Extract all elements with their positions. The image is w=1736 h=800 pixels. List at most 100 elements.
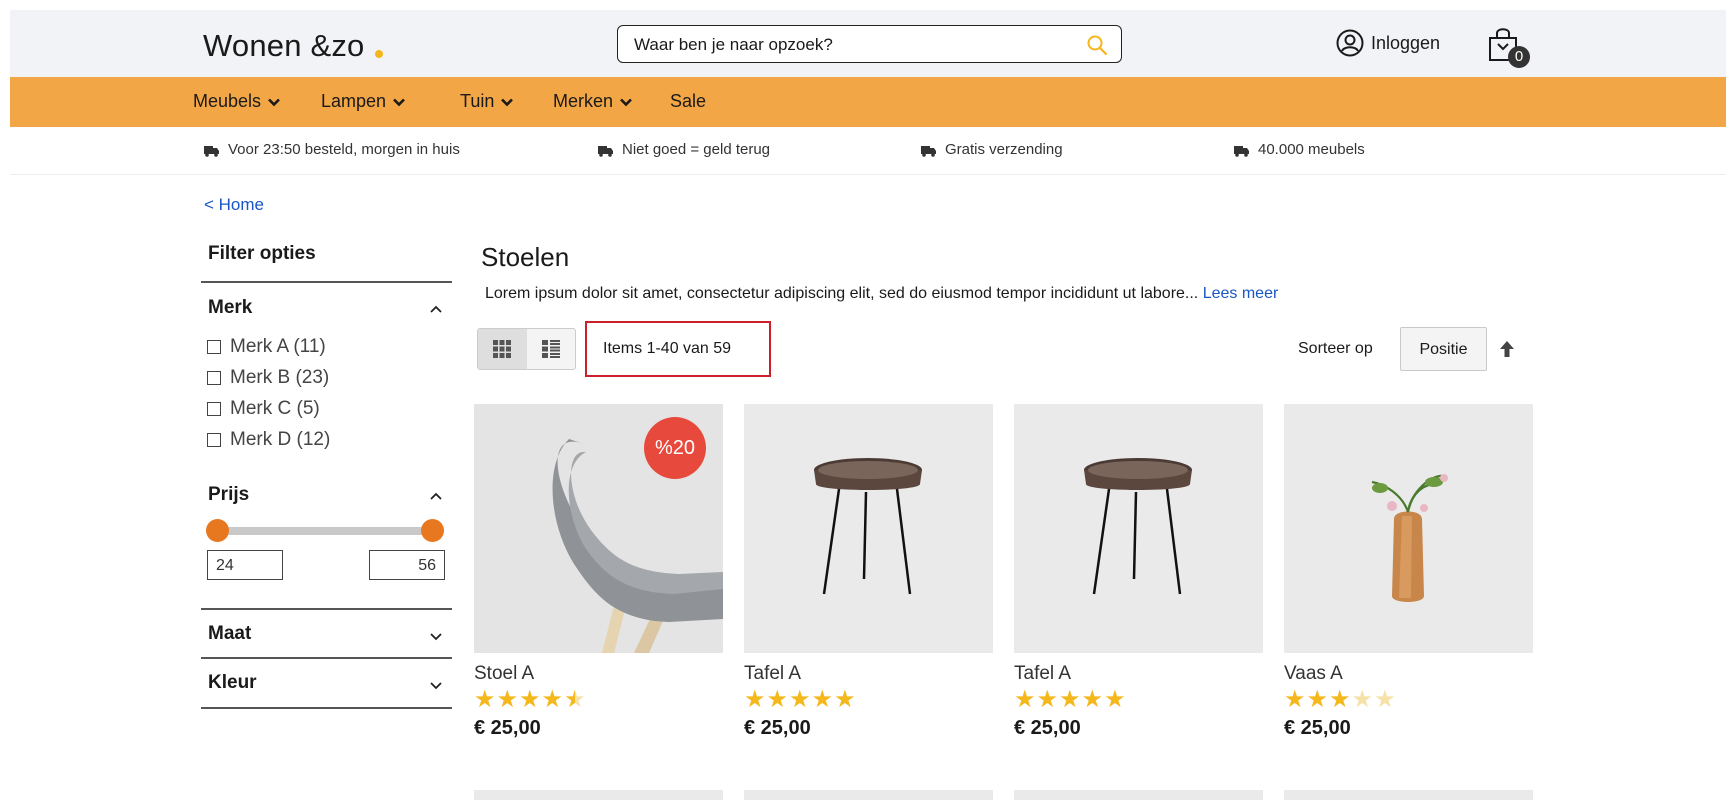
product-rating: ★ ★ ★ ★ ★: [744, 687, 993, 713]
filter-option-label: Merk B (23): [230, 367, 330, 388]
logo[interactable]: Wonen &zo: [203, 28, 365, 64]
filter-option-merk[interactable]: Merk A (11): [207, 336, 326, 358]
star-icon: ★: [496, 686, 519, 713]
sort-select[interactable]: Positie: [1400, 327, 1487, 371]
next-row-product-image[interactable]: [744, 790, 993, 800]
product-name[interactable]: Stoel A: [474, 663, 723, 685]
checkbox[interactable]: [207, 433, 221, 447]
star-icon: ★: [1284, 686, 1306, 713]
truck-icon: [921, 145, 936, 157]
star-icon: ★: [1374, 686, 1396, 713]
chevron-down-icon[interactable]: [428, 677, 444, 693]
login-button[interactable]: Inloggen: [1335, 28, 1440, 58]
truck-icon: [204, 145, 219, 157]
product-image-vase: [1284, 404, 1533, 653]
filter-option-merk[interactable]: Merk D (12): [207, 429, 330, 451]
product-rating: ★ ★ ★ ★ ★: [474, 687, 723, 713]
star-icon: ★: [789, 686, 811, 713]
chevron-down-icon[interactable]: [428, 628, 444, 644]
filter-option-merk[interactable]: Merk C (5): [207, 398, 320, 420]
nav-item-lampen[interactable]: Lampen: [321, 91, 406, 112]
checkbox[interactable]: [207, 340, 221, 354]
checkbox[interactable]: [207, 371, 221, 385]
divider: [201, 657, 452, 659]
star-icon: ★: [541, 686, 564, 713]
next-row-product-image[interactable]: [1014, 790, 1263, 800]
next-row-product-image[interactable]: [1284, 790, 1533, 800]
chevron-up-icon[interactable]: [428, 301, 444, 317]
product-rating: ★ ★ ★ ★ ★: [1014, 687, 1263, 713]
login-label: Inloggen: [1371, 32, 1441, 53]
product-image[interactable]: %20: [474, 404, 723, 653]
usp-item: 40.000 meubels: [1233, 141, 1365, 158]
product-name[interactable]: Tafel A: [744, 663, 993, 685]
nav-item-label: Tuin: [460, 91, 495, 111]
grid-view-button[interactable]: [478, 329, 527, 369]
star-icon: ★: [1036, 686, 1059, 713]
price-min-handle[interactable]: [206, 519, 229, 542]
usp-text: Voor 23:50 besteld, morgen in huis: [228, 141, 460, 158]
product-card[interactable]: Tafel A ★ ★ ★ ★ ★ € 25,00: [1014, 404, 1263, 740]
filter-option-label: Merk A (11): [230, 336, 326, 357]
nav-item-merken[interactable]: Merken: [553, 91, 633, 112]
product-price: € 25,00: [744, 717, 811, 739]
nav-item-tuin[interactable]: Tuin: [460, 91, 514, 112]
product-card[interactable]: %20 Stoel A ★ ★ ★ ★ ★ € 25,00: [474, 404, 723, 740]
cart-button[interactable]: 0: [1486, 26, 1532, 68]
divider: [201, 281, 452, 283]
filter-option-merk[interactable]: Merk B (23): [207, 367, 329, 389]
nav-item-label: Merken: [553, 91, 614, 111]
product-card[interactable]: Tafel A ★ ★ ★ ★ ★ € 25,00: [744, 404, 993, 740]
item-count: Items 1-40 van 59: [585, 321, 771, 377]
next-row-product-image[interactable]: [474, 790, 723, 800]
product-image-table: [744, 404, 993, 653]
checkbox[interactable]: [207, 402, 221, 416]
usp-text: Niet goed = geld terug: [622, 141, 771, 158]
search-bar[interactable]: Waar ben je naar opzoek?: [617, 25, 1122, 63]
chevron-up-icon[interactable]: [428, 488, 444, 504]
star-icon: ★: [1014, 686, 1036, 713]
nav-item-label: Sale: [670, 91, 707, 111]
filter-merk-heading[interactable]: Merk: [208, 297, 252, 319]
list-view-button[interactable]: [527, 329, 576, 369]
arrow-up-icon[interactable]: [1498, 339, 1516, 359]
star-icon: ★: [766, 686, 789, 713]
chevron-down-icon: [268, 98, 280, 106]
nav-item-sale[interactable]: Sale: [670, 91, 706, 112]
product-name[interactable]: Tafel A: [1014, 663, 1263, 685]
read-more-link[interactable]: Lees meer: [1203, 285, 1279, 302]
search-icon[interactable]: [1085, 33, 1109, 57]
filter-kleur-heading[interactable]: Kleur: [208, 672, 257, 694]
filter-option-label: Merk C (5): [230, 398, 320, 419]
product-name[interactable]: Vaas A: [1284, 663, 1533, 685]
price-range-track[interactable]: [217, 527, 432, 535]
product-price: € 25,00: [474, 717, 541, 739]
price-max-input[interactable]: 56: [369, 550, 445, 580]
intro-text: Lorem ipsum dolor sit amet, consectetur …: [485, 285, 1199, 302]
price-max-handle[interactable]: [421, 519, 444, 542]
product-card[interactable]: Vaas A ★ ★ ★ ★ ★ € 25,00: [1284, 404, 1533, 740]
product-image[interactable]: [1284, 404, 1533, 653]
star-icon: ★: [564, 686, 586, 713]
product-image[interactable]: [744, 404, 993, 653]
truck-icon: [598, 145, 613, 157]
nav-item-meubels[interactable]: Meubels: [193, 91, 281, 112]
price-min-input[interactable]: 24: [207, 550, 283, 580]
sort-label: Sorteer op: [1298, 340, 1373, 357]
star-icon: ★: [519, 686, 541, 713]
chevron-down-icon: [620, 98, 632, 106]
product-image[interactable]: [1014, 404, 1263, 653]
filter-prijs-heading[interactable]: Prijs: [208, 484, 249, 506]
product-rating: ★ ★ ★ ★ ★: [1284, 687, 1533, 713]
cart-count-badge: 0: [1508, 46, 1530, 68]
search-input[interactable]: Waar ben je naar opzoek?: [634, 35, 833, 55]
filter-maat-heading[interactable]: Maat: [208, 623, 251, 645]
product-price: € 25,00: [1014, 717, 1081, 739]
star-icon: ★: [474, 686, 496, 713]
star-icon: ★: [1081, 686, 1104, 713]
star-icon: ★: [834, 686, 856, 713]
divider: [201, 608, 452, 610]
star-icon: ★: [1329, 686, 1351, 713]
star-icon: ★: [1351, 686, 1374, 713]
breadcrumb-home[interactable]: < Home: [204, 195, 264, 215]
